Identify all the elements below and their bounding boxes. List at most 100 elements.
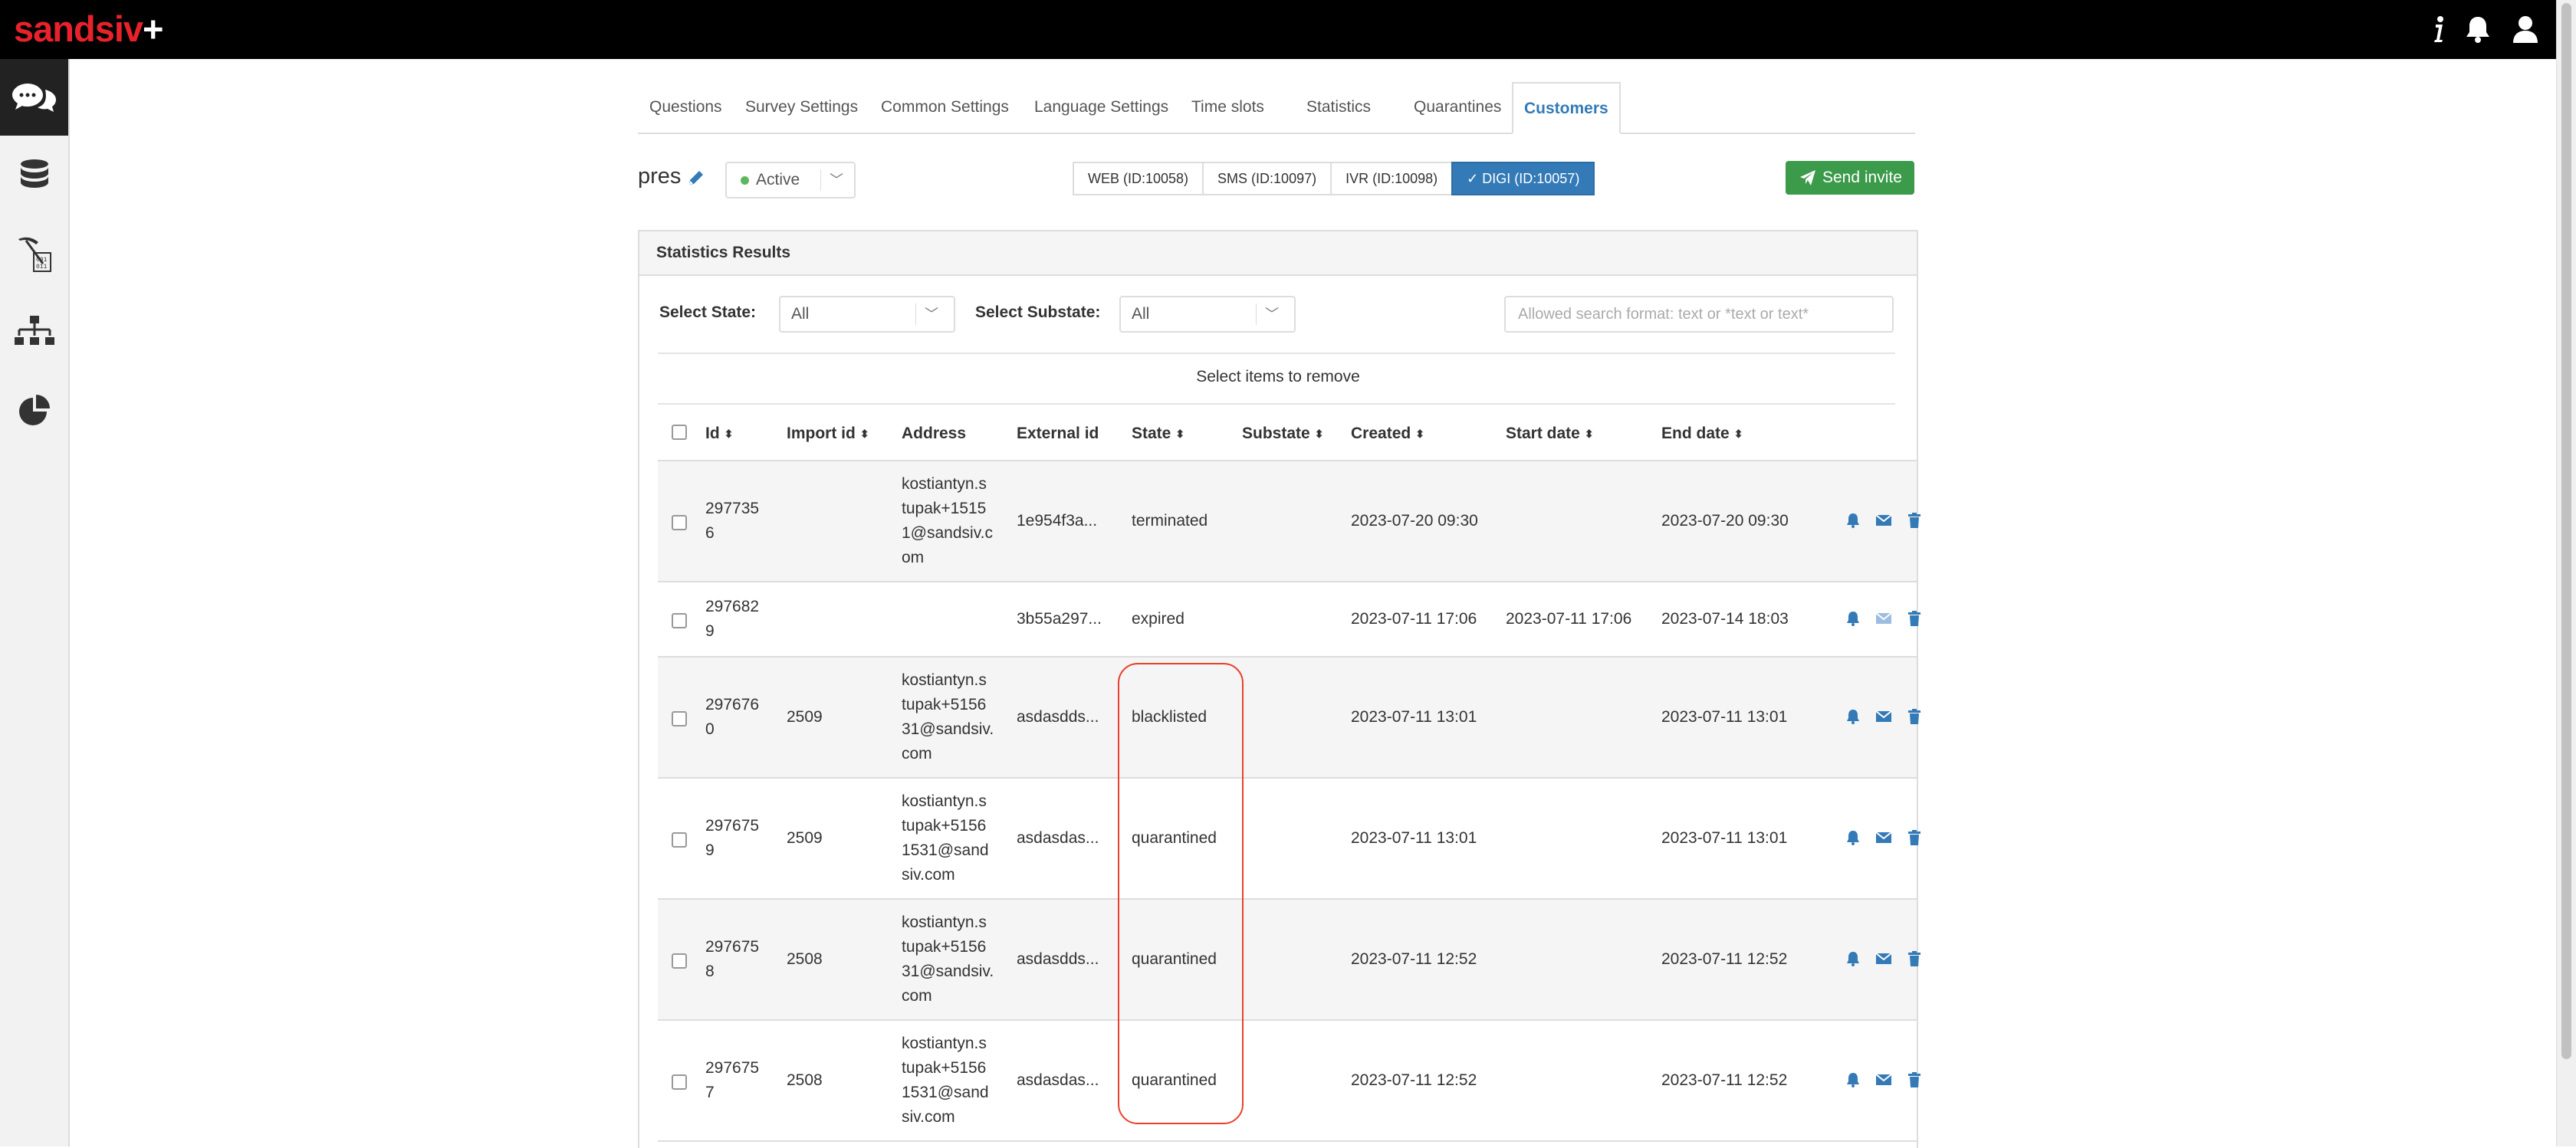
status-value: Active <box>756 171 800 189</box>
col-start-date[interactable]: Start date ⬍ <box>1506 425 1594 443</box>
sort-icon: ⬍ <box>1584 428 1594 441</box>
info-icon[interactable] <box>2423 14 2453 44</box>
sort-icon: ⬍ <box>1415 428 1424 441</box>
chat-bubbles-icon <box>12 84 56 112</box>
send-invite-label: Send invite <box>1822 169 1902 186</box>
sidebar-item-reports[interactable] <box>0 372 68 448</box>
send-invite-button[interactable]: Send invite <box>1786 161 1914 195</box>
envelope-icon[interactable] <box>1875 1071 1892 1088</box>
paper-plane-icon <box>1800 170 1815 185</box>
sort-icon: ⬍ <box>859 428 869 441</box>
channel-digi[interactable]: ✓ DIGI (ID:10057) <box>1451 162 1595 195</box>
envelope-icon[interactable] <box>1875 610 1892 627</box>
channel-ivr[interactable]: IVR (ID:10098) <box>1330 162 1454 195</box>
table-row: 297682 9 3b55a297... expired 2023-07-11 1… <box>658 582 1921 658</box>
tab-questions[interactable]: Questions <box>649 82 722 133</box>
table-header: Id ⬍ Import id ⬍ Address External id State… <box>658 405 1917 462</box>
state-select[interactable]: All ﹀ <box>779 296 955 333</box>
bell-icon[interactable] <box>1845 829 1861 846</box>
tab-common-settings[interactable]: Common Settings <box>881 82 1009 133</box>
sort-icon: ⬍ <box>1733 428 1743 441</box>
col-state[interactable]: State ⬍ <box>1132 425 1184 443</box>
col-end-date[interactable]: End date ⬍ <box>1661 425 1743 443</box>
sidebar-item-surveys[interactable] <box>0 59 68 136</box>
row-checkbox[interactable] <box>672 1074 687 1090</box>
check-icon: ✓ <box>1467 171 1483 186</box>
svg-text:011: 011 <box>36 264 48 271</box>
sidebar: 001 011 <box>0 59 70 1146</box>
remove-hint: Select items to remove <box>1196 368 1360 385</box>
scrollbar-thumb[interactable] <box>2561 3 2571 1059</box>
trash-icon[interactable] <box>1906 950 1923 967</box>
sitemap-icon <box>14 316 54 345</box>
panel-title: Statistics Results <box>656 244 791 261</box>
vertical-scrollbar[interactable] <box>2556 0 2576 1146</box>
database-icon <box>20 159 48 188</box>
user-icon[interactable] <box>2510 14 2541 44</box>
tab-quarantines[interactable]: Quarantines <box>1414 82 1501 133</box>
envelope-icon[interactable] <box>1875 708 1892 725</box>
bell-icon[interactable] <box>1845 950 1861 967</box>
col-external-id: External id <box>1017 425 1099 442</box>
col-address: Address <box>902 425 967 442</box>
survey-name: pres <box>638 164 682 189</box>
col-import-id[interactable]: Import id ⬍ <box>787 425 869 443</box>
table-row: 297675 9 2509 kostiantyn.s tupak+5156 1531@… <box>658 779 1921 900</box>
table-row: 297735 6 kostiantyn.s tupak+1515 1@sandsiv.… <box>658 461 1921 582</box>
bell-icon[interactable] <box>1845 708 1861 725</box>
row-checkbox[interactable] <box>672 832 687 848</box>
trash-icon[interactable] <box>1906 1071 1923 1088</box>
envelope-icon[interactable] <box>1875 950 1892 967</box>
tab-survey-settings[interactable]: Survey Settings <box>745 82 858 133</box>
bell-icon[interactable] <box>1845 1071 1861 1088</box>
sort-icon: ⬍ <box>1314 428 1324 441</box>
status-dropdown[interactable]: Active ﹀ <box>725 162 856 198</box>
bell-icon[interactable] <box>2463 14 2493 44</box>
substate-select[interactable]: All ﹀ <box>1119 296 1296 333</box>
chevron-down-icon: ﹀ <box>925 307 938 322</box>
bell-icon[interactable] <box>1845 610 1861 627</box>
trash-icon[interactable] <box>1906 829 1923 846</box>
table-row: 297676 0 2509 kostiantyn.s tupak+5156 31@sa… <box>658 658 1921 779</box>
select-all-checkbox[interactable] <box>672 425 687 440</box>
top-bar: sandsiv+ <box>0 0 2556 59</box>
trash-icon[interactable] <box>1906 512 1923 529</box>
bell-icon[interactable] <box>1845 512 1861 529</box>
col-id[interactable]: Id ⬍ <box>705 425 733 443</box>
pencil-icon[interactable] <box>687 169 705 191</box>
sidebar-item-data-mining[interactable]: 001 011 <box>0 215 68 292</box>
chevron-down-icon: ﹀ <box>830 172 843 188</box>
statistics-panel: Statistics Results Select State: All ﹀ S… <box>638 230 1921 1148</box>
row-checkbox[interactable] <box>672 613 687 628</box>
col-substate[interactable]: Substate ⬍ <box>1242 425 1323 443</box>
status-dot <box>741 176 749 185</box>
row-checkbox[interactable] <box>672 711 687 727</box>
sort-icon: ⬍ <box>724 428 734 441</box>
svg-text:001: 001 <box>36 257 48 264</box>
table-row: 297675 8 2508 kostiantyn.s tupak+5156 31@sa… <box>658 900 1921 1021</box>
table-row: 297675 7 2508 kostiantyn.s tupak+5156 1531@… <box>658 1021 1921 1142</box>
row-checkbox[interactable] <box>672 515 687 530</box>
sidebar-item-database[interactable] <box>0 137 68 214</box>
col-created[interactable]: Created ⬍ <box>1351 425 1424 443</box>
envelope-icon[interactable] <box>1875 512 1892 529</box>
substate-filter-label: Select Substate: <box>975 303 1101 321</box>
row-checkbox[interactable] <box>672 953 687 969</box>
search-input[interactable]: Allowed search format: text or *text or … <box>1504 296 1894 333</box>
sort-icon: ⬍ <box>1175 428 1185 441</box>
pickaxe-data-icon: 001011 <box>18 237 51 272</box>
envelope-icon[interactable] <box>1875 829 1892 846</box>
sidebar-item-hierarchy[interactable] <box>0 294 68 370</box>
trash-icon[interactable] <box>1906 610 1923 627</box>
trash-icon[interactable] <box>1906 708 1923 725</box>
tab-customers[interactable]: Customers <box>1512 82 1621 134</box>
logo: sandsiv+ <box>14 8 164 49</box>
channel-group: WEB (ID:10058) SMS (ID:10097) IVR (ID:10… <box>1073 162 1595 195</box>
tab-statistics[interactable]: Statistics <box>1306 82 1371 133</box>
tab-time-slots[interactable]: Time slots <box>1191 82 1264 133</box>
panel-header: Statistics Results <box>639 231 1917 276</box>
state-filter-label: Select State: <box>659 303 757 321</box>
channel-web[interactable]: WEB (ID:10058) <box>1073 162 1204 195</box>
channel-sms[interactable]: SMS (ID:10097) <box>1202 162 1332 195</box>
tab-language-settings[interactable]: Language Settings <box>1034 82 1168 133</box>
